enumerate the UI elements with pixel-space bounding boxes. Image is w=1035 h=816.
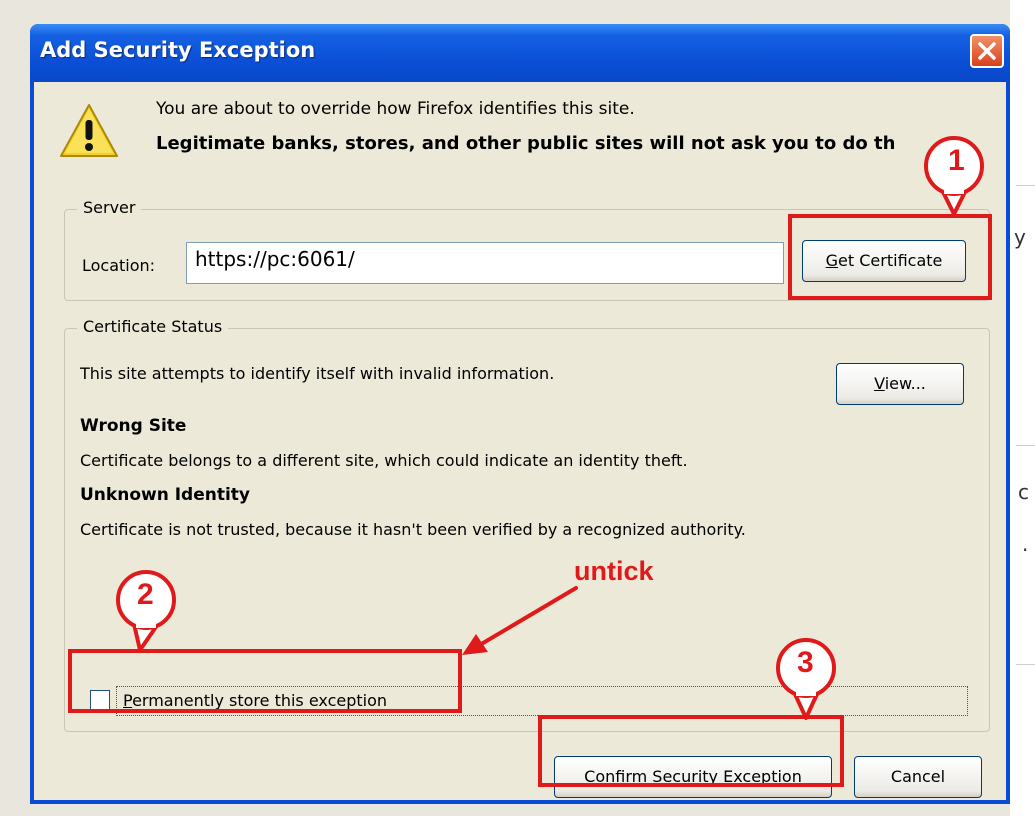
background-page: y c · bbox=[1010, 0, 1035, 816]
annotation-highlight-get-certificate bbox=[788, 214, 992, 300]
dialog-title: Add Security Exception bbox=[40, 38, 316, 62]
background-divider bbox=[1016, 664, 1035, 665]
background-divider bbox=[1016, 185, 1035, 186]
annotation-number-3: 3 bbox=[797, 646, 814, 679]
annotation-highlight-confirm bbox=[538, 715, 844, 787]
annotation-number-2: 2 bbox=[137, 578, 154, 611]
wrong-site-heading: Wrong Site bbox=[80, 416, 187, 436]
close-x-icon bbox=[978, 42, 996, 60]
cancel-button[interactable]: Cancel bbox=[854, 756, 982, 798]
unknown-identity-heading: Unknown Identity bbox=[80, 485, 251, 505]
title-bar[interactable]: Add Security Exception bbox=[30, 24, 1010, 82]
certificate-status-legend: Certificate Status bbox=[77, 317, 229, 336]
annotation-highlight-permanent-store bbox=[68, 649, 462, 713]
location-label: Location: bbox=[82, 256, 156, 275]
background-text-fragment: c bbox=[1018, 480, 1029, 504]
warning-emphasis: Legitimate banks, stores, and other publ… bbox=[156, 133, 896, 154]
view-button[interactable]: View... bbox=[836, 363, 964, 405]
warning-triangle-icon bbox=[60, 104, 118, 157]
warning-message: You are about to override how Firefox id… bbox=[156, 99, 635, 119]
annotation-untick-label: untick bbox=[574, 556, 654, 586]
wrong-site-description: Certificate belongs to a different site,… bbox=[80, 451, 688, 470]
view-mnemonic: V bbox=[874, 374, 885, 393]
location-input[interactable]: https://pc:6061/ bbox=[186, 242, 784, 284]
view-label: iew... bbox=[884, 374, 926, 393]
background-text-fragment: · bbox=[1022, 538, 1029, 562]
background-text-fragment: y bbox=[1014, 225, 1026, 249]
unknown-identity-description: Certificate is not trusted, because it h… bbox=[80, 520, 746, 539]
certificate-status-summary: This site attempts to identify itself wi… bbox=[80, 364, 555, 383]
close-button[interactable] bbox=[970, 34, 1004, 68]
annotation-number-1: 1 bbox=[948, 144, 965, 177]
annotation-arrow bbox=[462, 586, 578, 655]
server-legend: Server bbox=[77, 198, 142, 217]
background-divider bbox=[1016, 445, 1035, 446]
